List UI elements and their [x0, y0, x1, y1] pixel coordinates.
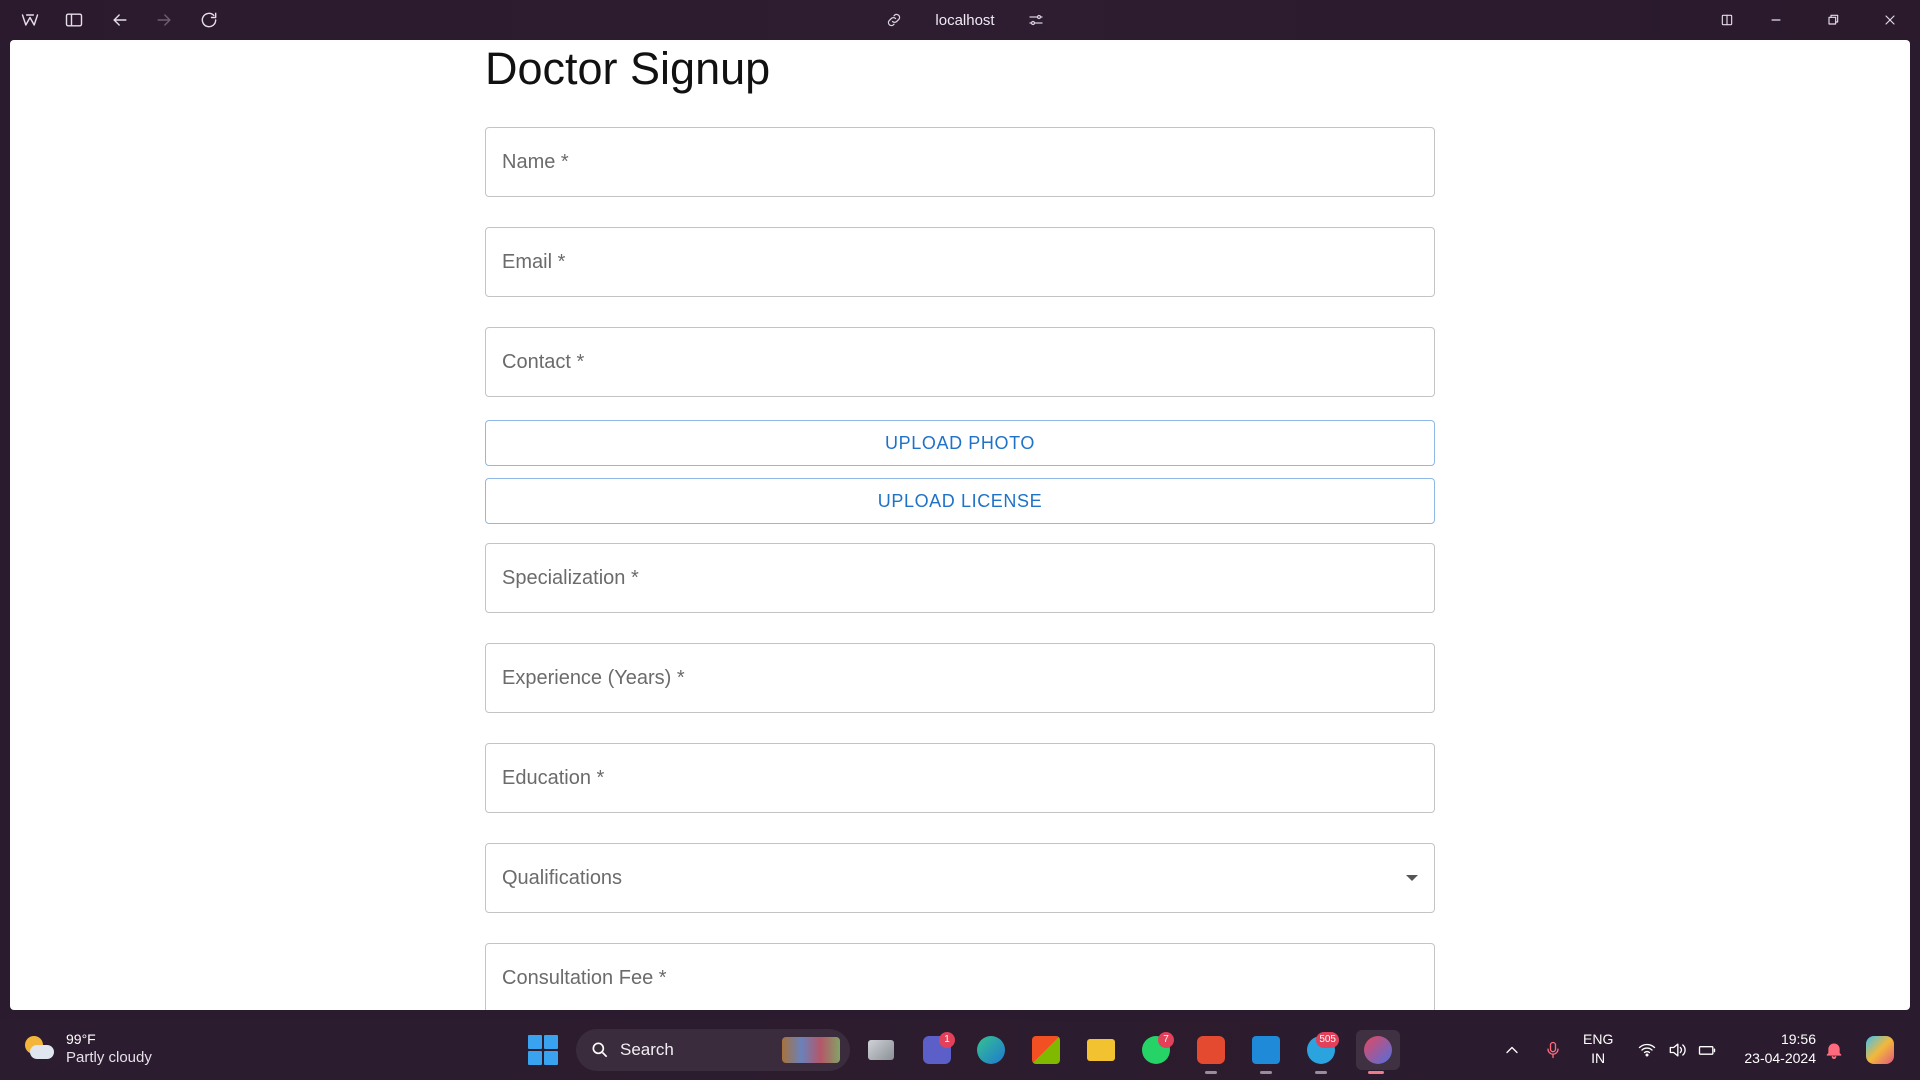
link-icon: [887, 13, 901, 27]
telegram-badge: 505: [1316, 1032, 1339, 1048]
os-taskbar: 99°F Partly cloudy Search 1 7 505 ENG IN…: [0, 1020, 1920, 1080]
consultation-fee-field[interactable]: Consultation Fee *: [485, 943, 1435, 1010]
specialization-field[interactable]: Specialization *: [485, 543, 1435, 613]
education-field[interactable]: Education *: [485, 743, 1435, 813]
notification-bell-icon[interactable]: [1824, 1020, 1844, 1080]
browser-titlebar: localhost: [0, 0, 1920, 40]
system-clock[interactable]: 19:56 23-04-2024: [1736, 1030, 1816, 1068]
browser-logo-icon[interactable]: [14, 6, 46, 34]
reload-icon[interactable]: [193, 6, 225, 34]
consultation-fee-field-label: Consultation Fee *: [502, 967, 667, 989]
file-explorer-icon[interactable]: [1081, 1030, 1121, 1070]
split-view-icon[interactable]: [1711, 6, 1743, 34]
close-icon[interactable]: [1874, 6, 1906, 34]
region-code: IN: [1591, 1050, 1606, 1066]
chevron-down-icon[interactable]: [1406, 875, 1418, 881]
show-hidden-icons-chevron-up-icon[interactable]: [1502, 1020, 1522, 1080]
search-label: Search: [620, 1040, 674, 1059]
address-bar[interactable]: localhost: [885, 6, 1045, 34]
volume-icon[interactable]: [1667, 1020, 1687, 1080]
contact-field[interactable]: Contact *: [485, 327, 1435, 397]
whatsapp-badge: 7: [1158, 1032, 1174, 1048]
browser-app-icon[interactable]: [1356, 1030, 1400, 1074]
vscode-icon[interactable]: [1246, 1030, 1286, 1074]
page-viewport: Doctor Signup Name * Email * Contact * U…: [10, 40, 1910, 1010]
weather-widget[interactable]: 99°F Partly cloudy: [22, 1030, 152, 1068]
wifi-icon[interactable]: [1637, 1020, 1657, 1080]
microphone-icon[interactable]: [1543, 1020, 1563, 1080]
qualifications-select-label: Qualifications: [502, 867, 623, 889]
forward-arrow-icon[interactable]: [148, 6, 180, 34]
whatsapp-icon[interactable]: 7: [1136, 1030, 1176, 1070]
minimize-icon[interactable]: [1760, 6, 1792, 34]
contact-field-label: Contact *: [502, 351, 585, 373]
teams-badge: 1: [939, 1032, 955, 1048]
restore-icon[interactable]: [1817, 6, 1849, 34]
start-button-windows-icon[interactable]: [528, 1035, 558, 1065]
battery-icon[interactable]: [1697, 1020, 1717, 1080]
qualifications-select[interactable]: Qualifications: [485, 843, 1435, 913]
weather-temperature: 99°F: [66, 1031, 96, 1047]
url-text: localhost: [935, 11, 995, 29]
weather-description: Partly cloudy: [66, 1049, 152, 1066]
upload-photo-button[interactable]: UPLOAD PHOTO: [485, 420, 1435, 466]
copilot-icon[interactable]: [1860, 1030, 1900, 1070]
microsoft-store-icon[interactable]: [1026, 1030, 1066, 1070]
sidebar-toggle-icon[interactable]: [58, 6, 90, 34]
search-icon: [592, 1042, 608, 1058]
clock-date: 23-04-2024: [1744, 1050, 1816, 1066]
upload-license-button[interactable]: UPLOAD LICENSE: [485, 478, 1435, 524]
office-icon[interactable]: [1191, 1030, 1231, 1074]
back-arrow-icon[interactable]: [104, 6, 136, 34]
education-field-label: Education *: [502, 767, 605, 789]
name-field[interactable]: Name *: [485, 127, 1435, 197]
telegram-icon[interactable]: 505: [1301, 1030, 1341, 1074]
page-title: Doctor Signup: [485, 43, 771, 94]
specialization-field-label: Specialization *: [502, 567, 639, 589]
language-code: ENG: [1583, 1031, 1614, 1047]
experience-field-label: Experience (Years) *: [502, 667, 685, 689]
email-field-label: Email *: [502, 251, 566, 273]
clock-time: 19:56: [1780, 1031, 1816, 1047]
experience-field[interactable]: Experience (Years) *: [485, 643, 1435, 713]
name-field-label: Name *: [502, 151, 569, 173]
edge-browser-icon[interactable]: [971, 1030, 1011, 1070]
search-highlight-image: [782, 1037, 840, 1063]
taskbar-search[interactable]: Search: [576, 1029, 850, 1071]
language-indicator[interactable]: ENG IN: [1583, 1030, 1613, 1068]
site-settings-icon[interactable]: [1027, 11, 1045, 29]
teams-icon[interactable]: 1: [917, 1030, 957, 1070]
task-view-icon[interactable]: [861, 1030, 901, 1070]
partly-cloudy-icon: [22, 1034, 56, 1064]
email-field[interactable]: Email *: [485, 227, 1435, 297]
